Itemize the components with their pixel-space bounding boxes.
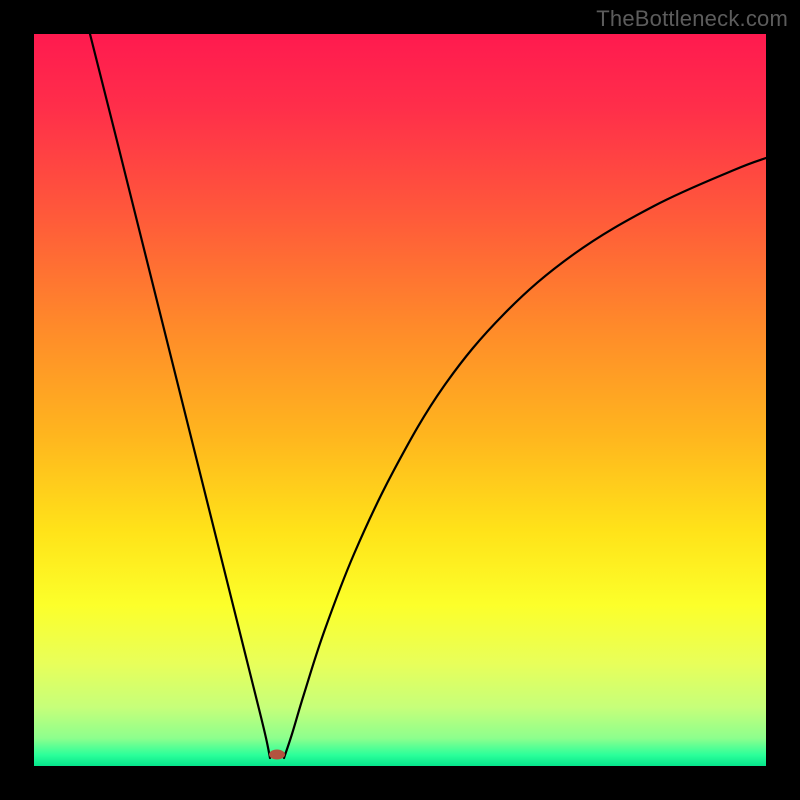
watermark-text: TheBottleneck.com [596, 6, 788, 32]
gradient-background [34, 34, 766, 766]
chart-frame: TheBottleneck.com [0, 0, 800, 800]
optimal-marker [269, 750, 285, 760]
plot-svg [34, 34, 766, 766]
plot-area [34, 34, 766, 766]
